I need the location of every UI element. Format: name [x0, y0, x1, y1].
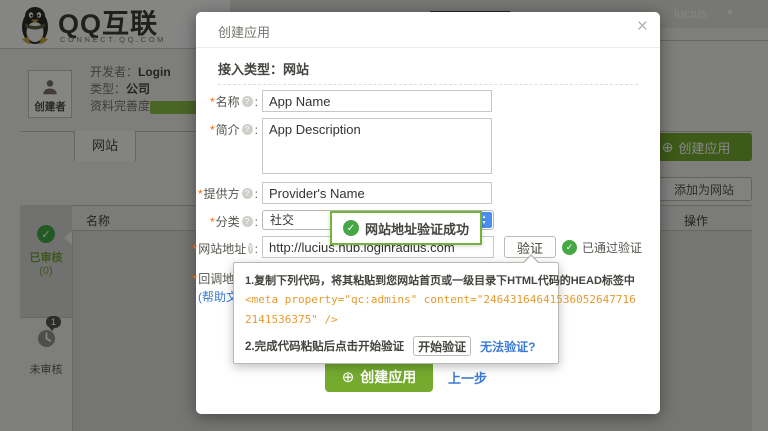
- provider-input[interactable]: [262, 182, 492, 204]
- popover-step2-text: 2.完成代码粘贴后点击开始验证: [245, 338, 404, 354]
- verify-popover: 1.复制下列代码，将其粘贴到您网站首页或一级目录下HTML代码的HEAD标签中 …: [233, 262, 559, 364]
- meta-code-line2: 2141536375" />: [245, 313, 338, 326]
- meta-code-line1: <meta property="qc:admins" content="2464…: [245, 293, 636, 306]
- plus-circle-icon: ⊕: [342, 368, 355, 386]
- desc-label: *简介?:: [196, 121, 258, 138]
- previous-step-link[interactable]: 上一步: [448, 368, 487, 387]
- help-icon[interactable]: ?: [242, 124, 253, 135]
- start-verify-button[interactable]: 开始验证: [413, 336, 471, 356]
- help-icon[interactable]: ?: [242, 96, 253, 107]
- category-label: *分类?:: [196, 213, 258, 230]
- cannot-verify-link[interactable]: 无法验证?: [480, 338, 535, 355]
- help-icon[interactable]: ?: [242, 188, 253, 199]
- verified-status: ✓ 已通过验证: [562, 239, 642, 256]
- check-circle-icon: ✓: [562, 240, 577, 255]
- desc-textarea[interactable]: App Description: [262, 118, 492, 174]
- help-icon[interactable]: ?: [242, 216, 253, 227]
- dashed-divider: [218, 84, 638, 85]
- help-icon[interactable]: ?: [248, 243, 252, 254]
- name-label: *名称?:: [196, 93, 258, 110]
- popover-step1-text: 1.复制下列代码，将其粘贴到您网站首页或一级目录下HTML代码的HEAD标签中: [245, 272, 635, 288]
- url-label: *网站地址?:: [196, 240, 258, 257]
- modal-title: 创建应用: [218, 22, 270, 41]
- submit-create-app-button[interactable]: ⊕ 创建应用: [325, 361, 433, 392]
- provider-label: *提供方?:: [196, 185, 258, 202]
- url-verified-toast: ✓ 网站地址验证成功: [330, 211, 482, 245]
- popover-step2-row: 2.完成代码粘贴后点击开始验证 开始验证 无法验证?: [245, 336, 535, 356]
- create-app-modal: 创建应用 × 接入类型：网站 *名称?: *简介?: App Descripti…: [196, 12, 660, 414]
- name-input[interactable]: [262, 90, 492, 112]
- close-icon[interactable]: ×: [637, 17, 648, 36]
- access-type-text: 接入类型：网站: [218, 59, 309, 78]
- check-circle-icon: ✓: [343, 220, 359, 236]
- modal-title-divider: [196, 47, 660, 48]
- screen: lucius ▾ QQ互联 CONNECT.QQ.COM: [0, 0, 768, 431]
